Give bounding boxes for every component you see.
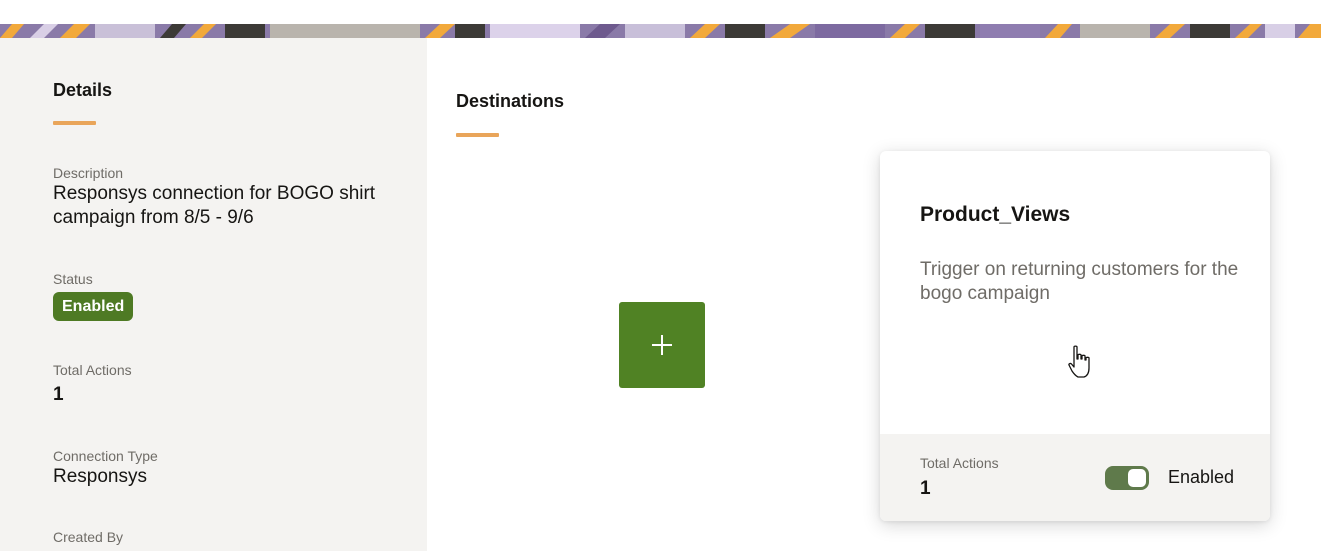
destinations-heading: Destinations bbox=[456, 91, 565, 111]
add-destination-button[interactable] bbox=[619, 302, 705, 388]
description-label: Description bbox=[53, 165, 124, 181]
destination-card[interactable]: Product_Views Trigger on returning custo… bbox=[880, 151, 1270, 521]
hand-cursor-icon bbox=[1068, 345, 1090, 378]
destination-card-footer: Total Actions 1 Enabled bbox=[880, 434, 1270, 521]
destination-card-description: Trigger on returning customers for the b… bbox=[920, 259, 1239, 304]
plus-icon bbox=[652, 335, 672, 355]
toggle-label: Enabled bbox=[1168, 467, 1235, 487]
total-actions-value: 1 bbox=[53, 384, 64, 405]
created-by-label: Created By bbox=[53, 529, 124, 545]
destination-card-title: Product_Views bbox=[920, 203, 1071, 226]
destinations-heading-underline bbox=[456, 133, 499, 137]
details-heading: Details bbox=[53, 80, 113, 100]
status-label: Status bbox=[53, 271, 93, 287]
connection-type-label: Connection Type bbox=[53, 448, 158, 464]
details-panel: Details Description Responsys connection… bbox=[0, 38, 427, 551]
connection-type-value: Responsys bbox=[53, 466, 147, 487]
toggle-knob bbox=[1128, 469, 1146, 487]
details-heading-underline bbox=[53, 121, 96, 125]
status-badge: Enabled bbox=[53, 292, 134, 321]
header-banner bbox=[0, 24, 1321, 38]
description-value: Responsys connection for BOGO shirt camp… bbox=[53, 183, 376, 228]
card-total-actions-value: 1 bbox=[920, 478, 931, 499]
enabled-toggle[interactable] bbox=[1105, 466, 1149, 490]
card-total-actions-label: Total Actions bbox=[920, 455, 999, 471]
total-actions-label: Total Actions bbox=[53, 362, 132, 378]
